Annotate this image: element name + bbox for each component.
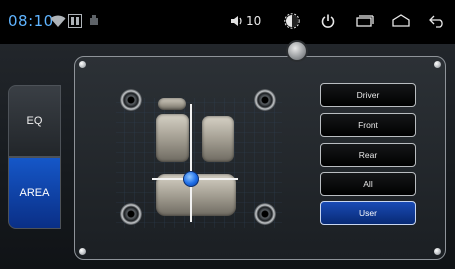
sound-field-area[interactable] xyxy=(114,82,284,242)
volume-icon xyxy=(230,12,244,30)
status-bar: 08:10 10 xyxy=(0,0,455,44)
panel-screw-top-right xyxy=(434,61,441,68)
tab-eq-label: EQ xyxy=(26,115,43,127)
home-icon[interactable] xyxy=(392,12,410,30)
panel-screw-bottom-left xyxy=(79,248,86,255)
seat-front-passenger xyxy=(202,116,234,162)
speaker-front-right-icon xyxy=(254,89,276,111)
seat-driver xyxy=(156,114,189,162)
panel-screw-bottom-right xyxy=(434,248,441,255)
all-button[interactable]: All xyxy=(320,172,416,196)
storage-icon xyxy=(68,12,82,30)
recent-apps-icon[interactable] xyxy=(356,12,374,30)
clock: 08:10 xyxy=(8,12,54,30)
brightness-icon[interactable] xyxy=(284,12,300,30)
panel-handle-knob xyxy=(286,40,308,62)
tab-area-label: AREA xyxy=(19,187,50,199)
driver-button[interactable]: Driver xyxy=(320,83,416,107)
balance-crosshair-vertical xyxy=(190,104,192,222)
volume-level: 10 xyxy=(246,14,262,28)
rear-button-label: Rear xyxy=(358,150,378,160)
steering-wheel-icon xyxy=(158,98,186,110)
user-button[interactable]: User xyxy=(320,201,416,225)
speaker-front-left-icon xyxy=(120,89,142,111)
front-button-label: Front xyxy=(358,120,378,130)
tab-area[interactable]: AREA xyxy=(8,157,61,229)
all-button-label: All xyxy=(363,179,373,189)
power-icon[interactable] xyxy=(320,12,336,30)
wifi-icon xyxy=(50,12,66,30)
balance-fader-handle[interactable] xyxy=(183,171,199,187)
usb-icon xyxy=(88,12,100,30)
panel-screw-top-left xyxy=(79,61,86,68)
driver-button-label: Driver xyxy=(356,90,380,100)
front-button[interactable]: Front xyxy=(320,113,416,137)
rear-button[interactable]: Rear xyxy=(320,143,416,167)
speaker-rear-right-icon xyxy=(254,203,276,225)
back-icon[interactable] xyxy=(428,12,446,30)
tab-eq[interactable]: EQ xyxy=(8,85,61,157)
speaker-rear-left-icon xyxy=(120,203,142,225)
user-button-label: User xyxy=(359,208,377,218)
